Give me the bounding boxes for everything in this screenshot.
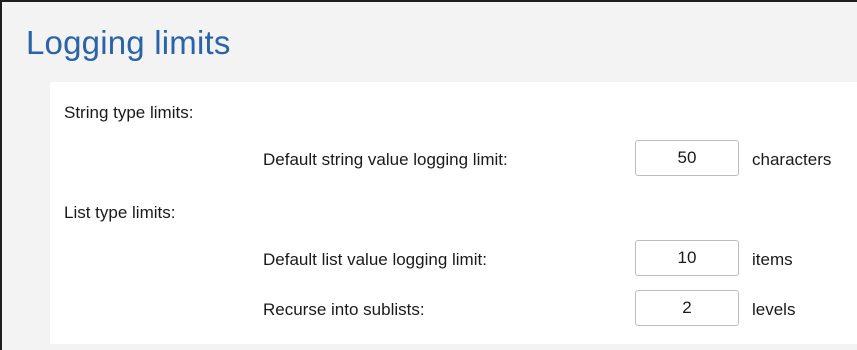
recurse-sublists-unit: levels	[752, 300, 796, 319]
default-string-limit-input[interactable]	[635, 140, 739, 176]
default-list-limit-unit: items	[752, 250, 793, 269]
default-string-limit-unit: characters	[752, 150, 832, 169]
string-type-limits-heading: String type limits:	[64, 103, 194, 122]
list-type-limits-heading: List type limits:	[64, 203, 176, 222]
settings-page: Logging limits String type limits: Defau…	[0, 0, 857, 350]
page-title: Logging limits	[26, 24, 231, 61]
recurse-sublists-input[interactable]	[635, 290, 739, 326]
default-string-limit-label: Default string value logging limit:	[263, 150, 508, 169]
recurse-sublists-label: Recurse into sublists:	[263, 300, 425, 319]
default-list-limit-label: Default list value logging limit:	[263, 250, 487, 269]
logging-limits-panel: String type limits: Default string value…	[50, 82, 857, 344]
default-list-limit-input[interactable]	[635, 240, 739, 276]
